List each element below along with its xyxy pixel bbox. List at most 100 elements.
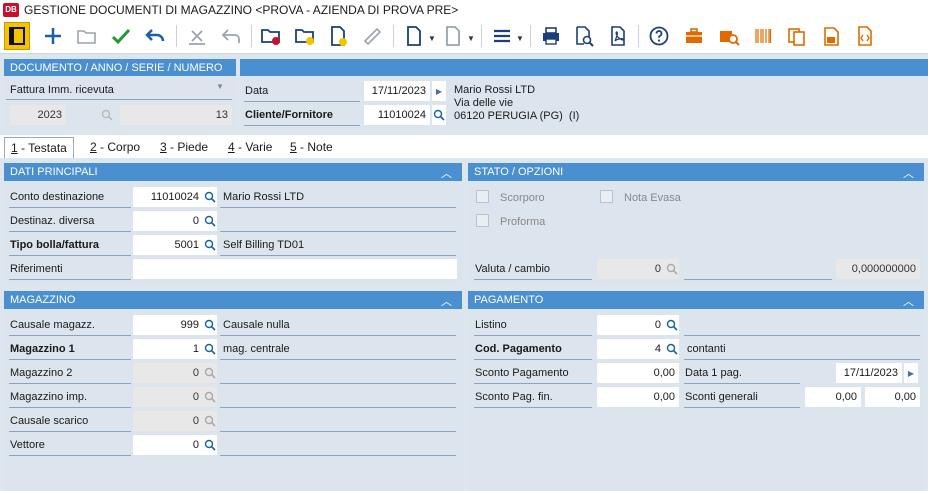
proforma-checkbox[interactable] (476, 214, 489, 227)
date-picker-arrow-icon[interactable]: ▶ (432, 81, 446, 101)
document-info-panel: Data 17/11/2023 ▶ Cliente/Fornitore 1101… (240, 59, 928, 129)
barcode-button[interactable] (750, 22, 776, 50)
document-menu-button[interactable] (440, 22, 466, 50)
chevron-up-icon[interactable]: ︿ (441, 165, 452, 181)
archive-button[interactable] (681, 22, 707, 50)
numero-field[interactable]: 13 (120, 105, 232, 125)
delete-button[interactable] (184, 22, 210, 50)
search-icon[interactable] (203, 363, 217, 383)
cod-pagamento-field[interactable]: 4 (597, 339, 665, 359)
conto-destinazione-label: Conto destinazione (9, 187, 131, 208)
tab-corpo[interactable]: 2 - Corpo (84, 137, 146, 158)
window-title: GESTIONE DOCUMENTI DI MAGAZZINO <PROVA -… (24, 2, 459, 17)
scorporo-checkbox[interactable] (476, 190, 489, 203)
tab-note[interactable]: 5 - Note (284, 137, 339, 158)
sconti-generali-field-2[interactable]: 0,00 (865, 387, 920, 407)
barcode-icon (755, 29, 772, 43)
pagamento-header: PAGAMENTO ︿ (468, 291, 924, 309)
document-yellow-button[interactable] (325, 22, 351, 50)
cliente-fornitore-field[interactable]: 11010024 (364, 105, 430, 125)
folder-yellow-button[interactable] (292, 22, 318, 50)
proforma-label: Proforma (500, 216, 546, 228)
data-label: Data (244, 81, 360, 102)
sconti-generali-field-1[interactable]: 0,00 (805, 387, 861, 407)
scorporo-label: Scorporo (500, 192, 545, 204)
sconto-pag-fin-field[interactable]: 0,00 (597, 387, 679, 407)
tipo-bolla-desc: Self Billing TD01 (220, 235, 456, 256)
document-gray-icon (446, 26, 460, 46)
search-archive-button[interactable] (716, 22, 742, 50)
nota-evasa-checkbox[interactable] (600, 190, 613, 203)
causale-scarico-desc (220, 411, 456, 432)
code-button[interactable] (852, 22, 878, 50)
magazzino-imp-field[interactable]: 0 (133, 387, 203, 407)
confirm-button[interactable] (108, 22, 134, 50)
chevron-up-icon[interactable]: ︿ (441, 293, 452, 309)
tipo-bolla-field[interactable]: 5001 (133, 235, 203, 255)
save-button[interactable] (818, 22, 844, 50)
causale-scarico-field[interactable]: 0 (133, 411, 203, 431)
copy-button[interactable] (784, 22, 810, 50)
vettore-field[interactable]: 0 (133, 435, 203, 455)
help-button[interactable] (646, 22, 672, 50)
new-button[interactable] (40, 22, 66, 50)
tab-key: 3 (160, 140, 167, 154)
tab-piede[interactable]: 3 - Piede (154, 137, 214, 158)
anno-field[interactable]: 2023 (10, 105, 66, 125)
data-field[interactable]: 17/11/2023 (364, 81, 430, 101)
search-icon[interactable] (203, 435, 217, 455)
search-icon[interactable] (203, 411, 217, 431)
caret-down-icon[interactable]: ▼ (428, 34, 436, 43)
magazzino-1-field[interactable]: 1 (133, 339, 203, 359)
search-icon[interactable] (203, 211, 217, 231)
caret-down-icon[interactable]: ▼ (516, 34, 524, 43)
data-1-pag-field[interactable]: 17/11/2023 (836, 363, 902, 383)
search-icon[interactable] (203, 315, 217, 335)
search-icon[interactable] (665, 339, 679, 359)
open-button[interactable] (74, 22, 100, 50)
pdf-button[interactable] (605, 22, 631, 50)
undo-button[interactable] (142, 22, 168, 50)
riferimenti-field[interactable] (133, 259, 457, 279)
folder-red-button[interactable] (258, 22, 284, 50)
valuta-field[interactable]: 0 (597, 259, 665, 279)
search-icon[interactable] (665, 315, 679, 335)
document-type-select[interactable]: Fattura Imm. ricevuta (6, 80, 232, 100)
print-button[interactable] (538, 22, 564, 50)
ruler-button[interactable] (359, 22, 385, 50)
search-icon[interactable] (203, 339, 217, 359)
tab-testata[interactable]: 1 - Testata (4, 137, 74, 158)
cliente-fornitore-label: Cliente/Fornitore (244, 105, 360, 126)
sconto-pagamento-field[interactable]: 0,00 (597, 363, 679, 383)
magazzino-2-field[interactable]: 0 (133, 363, 203, 383)
new-document-button[interactable] (401, 22, 427, 50)
form-view-button[interactable] (4, 22, 30, 50)
cambio-field[interactable]: 0,000000000 (836, 259, 920, 279)
date-picker-arrow-icon[interactable]: ▶ (904, 363, 918, 383)
destinaz-diversa-field[interactable]: 0 (133, 211, 203, 231)
search-icon[interactable] (203, 187, 217, 207)
revert-button[interactable] (218, 22, 244, 50)
chevron-down-icon[interactable]: ▼ (216, 82, 224, 91)
sconto-pag-fin-label: Sconto Pag. fin. (474, 387, 592, 408)
search-icon[interactable] (665, 259, 679, 279)
chevron-up-icon[interactable]: ︿ (903, 165, 914, 181)
listino-field[interactable]: 0 (597, 315, 665, 335)
search-icon[interactable] (432, 105, 446, 125)
tab-key: 1 (11, 141, 18, 155)
search-icon[interactable] (203, 387, 217, 407)
stato-opzioni-panel: STATO / OPZIONI ︿ Scorporo Nota Evasa Pro… (468, 163, 924, 285)
conto-destinazione-desc: Mario Rossi LTD (220, 187, 456, 208)
chevron-up-icon[interactable]: ︿ (903, 293, 914, 309)
caret-down-icon[interactable]: ▼ (467, 34, 475, 43)
menu-button[interactable] (489, 22, 515, 50)
search-icon[interactable] (100, 105, 114, 125)
tab-varie[interactable]: 4 - Varie (222, 137, 278, 158)
magazzino-imp-label: Magazzino imp. (9, 387, 131, 408)
preview-button[interactable] (571, 22, 597, 50)
search-icon[interactable] (203, 235, 217, 255)
sconto-pagamento-label: Sconto Pagamento (474, 363, 592, 384)
conto-destinazione-field[interactable]: 11010024 (133, 187, 203, 207)
causale-magazz-field[interactable]: 999 (133, 315, 203, 335)
section-title: PAGAMENTO (474, 294, 544, 306)
